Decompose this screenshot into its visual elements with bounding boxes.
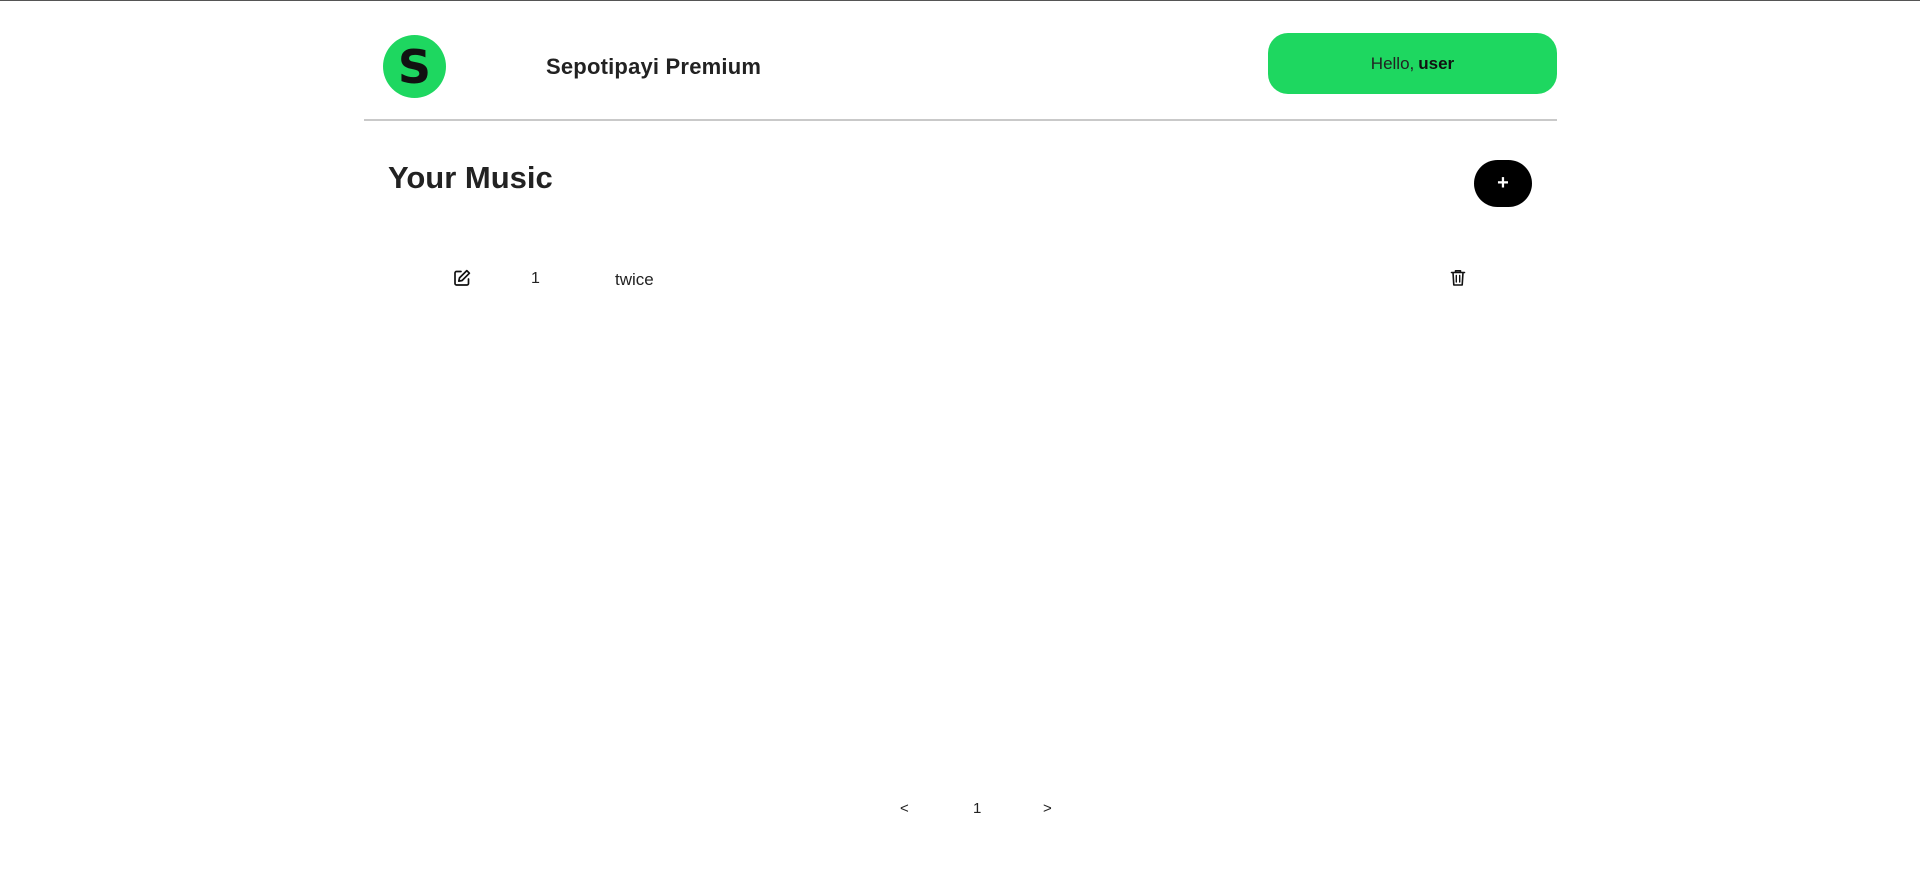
list-item: 1 twice — [440, 262, 1480, 296]
trash-icon — [1450, 270, 1466, 286]
greeting-user-name: user — [1418, 53, 1455, 73]
app-header: S Sepotipayi Premium Hello, user — [364, 1, 1557, 121]
app-title: Sepotipayi Premium — [546, 54, 762, 79]
next-page-button[interactable]: > — [1043, 800, 1052, 817]
plus-icon: + — [1497, 172, 1509, 194]
pagination: < 1 > — [890, 798, 1060, 822]
page-number[interactable]: 1 — [973, 800, 981, 817]
edit-icon — [454, 269, 471, 286]
edit-button[interactable] — [451, 267, 473, 289]
page-title: Your Music — [388, 160, 553, 195]
greeting-prefix: Hello, — [1370, 53, 1415, 73]
song-number: 1 — [531, 270, 540, 287]
logo[interactable]: S — [383, 35, 446, 98]
song-title: twice — [615, 270, 654, 289]
delete-button[interactable] — [1447, 267, 1469, 289]
prev-page-button[interactable]: < — [900, 800, 909, 817]
user-greeting-button[interactable]: Hello, user — [1268, 33, 1557, 94]
add-song-button[interactable]: + — [1474, 160, 1532, 207]
